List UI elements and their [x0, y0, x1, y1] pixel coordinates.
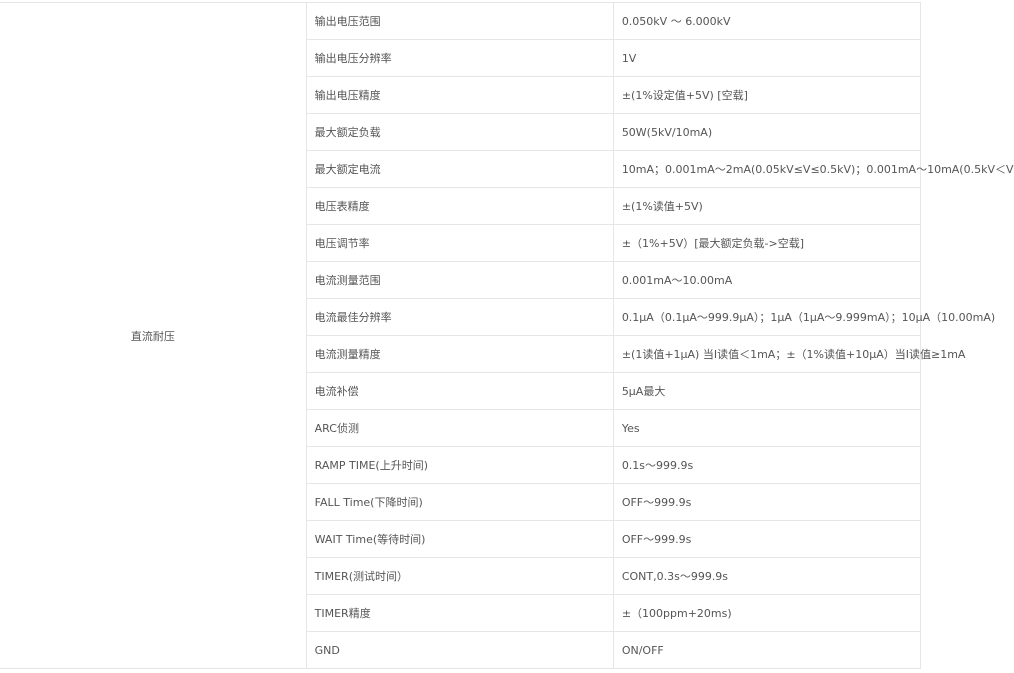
param-value-cell: CONT,0.3s～999.9s — [612, 557, 922, 595]
param-value-cell: ±（1%+5V）[最大额定负载->空载] — [612, 224, 922, 262]
param-value-cell: 5μA最大 — [612, 372, 922, 410]
param-value-cell: ±(1%读值+5V) — [612, 187, 922, 225]
spec-table-body: 直流耐压 输出电压范围 0.050kV ～ 6.000kV 输出电压分辨率 1V 输出电压… — [0, 2, 1014, 669]
table-row: 直流耐压 输出电压范围 0.050kV ～ 6.000kV — [0, 2, 922, 669]
param-name-cell: 电压调节率 — [305, 224, 614, 262]
param-value-cell: 50W(5kV/10mA) — [612, 113, 922, 151]
param-name-cell: 电流测量范围 — [305, 261, 614, 299]
param-value-cell: 10mA；0.001mA～2mA(0.05kV≤V≤0.5kV)；0.001mA… — [612, 150, 1014, 188]
param-value-cell: 0.1μA（0.1μA～999.9μA）；1μA（1μA～9.999mA）；10… — [612, 298, 995, 336]
param-value-cell: OFF～999.9s — [612, 483, 922, 521]
param-value-cell: ±(1%设定值+5V) [空载] — [612, 76, 922, 114]
param-name-cell: ARC侦测 — [305, 409, 614, 447]
param-name-cell: GND — [305, 631, 614, 669]
param-value-cell: 1V — [612, 39, 922, 77]
param-value-cell: ±(1读值+1μA) 当I读值＜1mA；±（1%读值+10μA）当I读值≥1mA — [612, 335, 965, 373]
param-name-cell: TIMER(测试时间） — [305, 557, 614, 595]
param-value-cell: ±（100ppm+20ms) — [612, 594, 922, 632]
group-label: 直流耐压 — [130, 329, 175, 343]
param-name-cell: 输出电压分辨率 — [305, 39, 614, 77]
param-name-cell: 电流补偿 — [305, 372, 614, 410]
param-name-cell: FALL Time(下降时间) — [305, 483, 614, 521]
param-value-cell: 0.1s～999.9s — [612, 446, 922, 484]
param-name-cell: TIMER精度 — [305, 594, 614, 632]
group-label-cell: 直流耐压 — [0, 2, 307, 669]
param-name-cell: 最大额定负载 — [305, 113, 614, 151]
param-value-cell: 0.001mA～10.00mA — [612, 261, 922, 299]
param-name-cell: WAIT Time(等待时间) — [305, 520, 614, 558]
param-name-cell: 电流最佳分辨率 — [305, 298, 614, 336]
param-value-cell: OFF～999.9s — [612, 520, 922, 558]
param-value-cell: 0.050kV ～ 6.000kV — [612, 2, 922, 40]
param-name-cell: 最大额定电流 — [305, 150, 614, 188]
param-name-cell: 电流测量精度 — [305, 335, 614, 373]
param-name-cell: RAMP TIME(上升时间) — [305, 446, 614, 484]
param-name-cell: 输出电压范围 — [305, 2, 614, 40]
param-value-cell: Yes — [612, 409, 922, 447]
param-name-cell: 输出电压精度 — [305, 76, 614, 114]
param-name-cell: 电压表精度 — [305, 187, 614, 225]
param-value-cell: ON/OFF — [612, 631, 922, 669]
spec-table: 直流耐压 输出电压范围 0.050kV ～ 6.000kV 输出电压分辨率 1V 输出电压… — [0, 2, 1014, 669]
